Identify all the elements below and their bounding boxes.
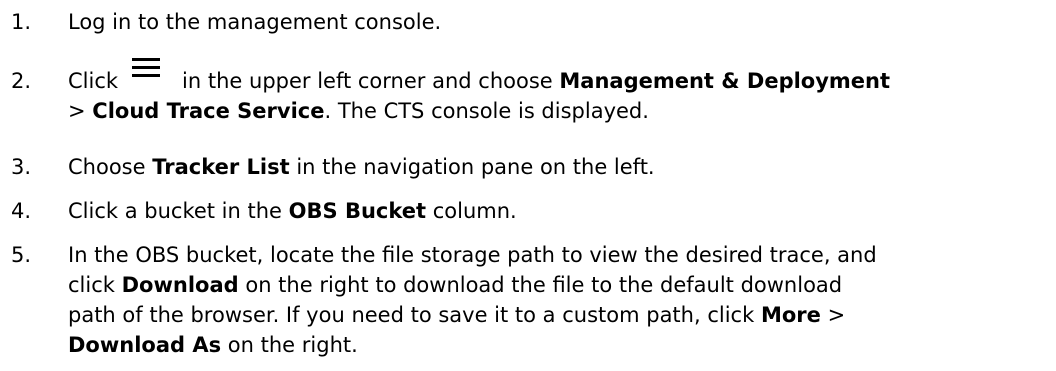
step-number: 5. bbox=[11, 243, 32, 267]
menu-icon bbox=[132, 58, 161, 88]
step-text: Choose Tracker List in the navigation pa… bbox=[68, 155, 655, 179]
step-text: Log in to the management console. bbox=[68, 10, 442, 34]
step-number: 3. bbox=[11, 155, 32, 179]
bold-term: OBS Bucket bbox=[288, 199, 427, 223]
step-text: In the OBS bucket, locate the file stora… bbox=[68, 243, 877, 357]
bold-term: Tracker List bbox=[152, 155, 290, 179]
bold-term: Management & Deployment bbox=[559, 69, 891, 93]
bold-term: Download As bbox=[68, 333, 222, 357]
step-number: 4. bbox=[11, 199, 32, 223]
step-text: Click a bucket in the OBS Bucket column. bbox=[68, 199, 517, 223]
step-number: 1. bbox=[11, 10, 32, 34]
bold-term: Cloud Trace Service bbox=[92, 99, 325, 123]
step-text: Click in the upper left corner and choose… bbox=[68, 58, 891, 126]
bold-term: More bbox=[760, 303, 821, 327]
bold-term: Download bbox=[121, 273, 239, 297]
step-number: 2. bbox=[11, 69, 32, 93]
procedure-steps: 1. Log in to the management console. 2. … bbox=[0, 0, 1056, 371]
